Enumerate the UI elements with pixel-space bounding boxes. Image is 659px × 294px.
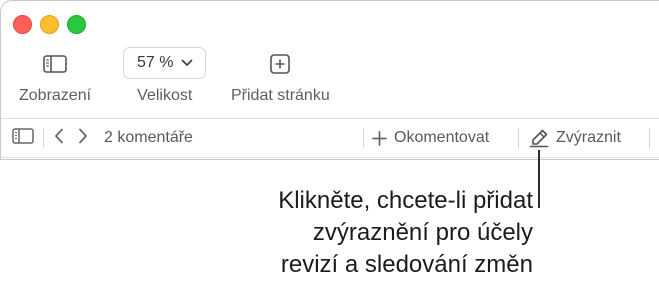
divider	[43, 128, 44, 148]
callout-line-1: Klikněte, chcete-li přidat	[278, 187, 533, 214]
callout-text: Klikněte, chcete-li přidat zvýraznění pr…	[278, 185, 533, 281]
callout-line-2: zvýraznění pro účely	[312, 219, 533, 246]
minimize-button[interactable]	[40, 15, 59, 34]
sidebar-icon	[43, 47, 67, 81]
comments-toolbar: 2 komentáře Okomentovat Zvýraznit	[1, 118, 659, 158]
comments-count-label: 2 komentáře	[104, 129, 193, 146]
chevron-down-icon	[181, 54, 193, 72]
window-controls	[13, 15, 86, 34]
chevron-left-icon	[54, 128, 64, 149]
chevron-right-icon	[78, 128, 88, 149]
highlight-button[interactable]: Zvýraznit	[529, 119, 621, 157]
add-page-tool[interactable]: Přidat stránku	[231, 47, 330, 105]
callout-leader-line	[538, 150, 540, 208]
zoom-select[interactable]: 57 %	[123, 47, 207, 79]
view-label: Zobrazení	[19, 87, 92, 104]
add-page-label: Přidat stránku	[231, 87, 330, 104]
divider	[518, 128, 519, 148]
highlighter-icon	[529, 128, 549, 148]
divider	[649, 128, 650, 148]
comments-count: 2 komentáře	[104, 119, 193, 157]
close-button[interactable]	[13, 15, 32, 34]
app-window: Zobrazení 57 % Velikost Přidat stránku 2…	[0, 0, 659, 160]
plus-icon	[372, 130, 387, 146]
add-comment-button[interactable]: Okomentovat	[372, 119, 489, 157]
comments-sidebar-button[interactable]	[12, 119, 34, 157]
callout-line-3: revizí a sledování změn	[280, 251, 533, 278]
add-comment-label: Okomentovat	[394, 129, 490, 146]
plus-square-icon	[270, 47, 291, 81]
next-comment-button[interactable]	[78, 119, 88, 157]
fullscreen-button[interactable]	[67, 15, 86, 34]
sidebar-icon	[12, 127, 34, 149]
zoom-label: Velikost	[137, 87, 193, 104]
previous-comment-button[interactable]	[54, 119, 64, 157]
zoom-tool[interactable]: 57 % Velikost	[123, 47, 207, 105]
highlight-label: Zvýraznit	[556, 129, 621, 146]
divider	[363, 128, 364, 148]
zoom-value: 57 %	[137, 54, 174, 71]
stage: Zobrazení 57 % Velikost Přidat stránku 2…	[0, 0, 659, 294]
view-tool[interactable]: Zobrazení	[19, 47, 91, 105]
